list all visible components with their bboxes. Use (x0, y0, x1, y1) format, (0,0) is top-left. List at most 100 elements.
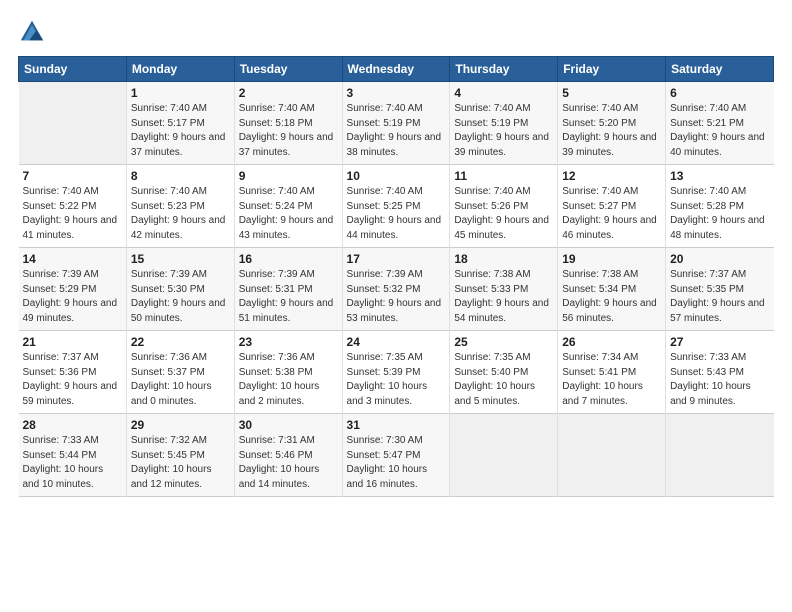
calendar-cell: 28 Sunrise: 7:33 AMSunset: 5:44 PMDayligh… (19, 414, 127, 497)
cell-info: Sunrise: 7:39 AMSunset: 5:32 PMDaylight:… (347, 269, 442, 324)
week-row-3: 14Sunrise: 7:39 AMSunset: 5:29 PMDayligh… (19, 248, 774, 331)
cell-info: Sunrise: 7:40 AMSunset: 5:21 PMDaylight:… (670, 103, 765, 158)
header-cell-wednesday: Wednesday (342, 57, 450, 82)
calendar-cell: 14Sunrise: 7:39 AMSunset: 5:29 PMDayligh… (19, 248, 127, 331)
logo-icon (18, 18, 46, 46)
cell-info: Sunrise: 7:40 AMSunset: 5:19 PMDaylight:… (454, 103, 549, 158)
header-cell-tuesday: Tuesday (234, 57, 342, 82)
day-number: 29 (131, 418, 230, 432)
calendar-cell: 25 Sunrise: 7:35 AMSunset: 5:40 PMDayligh… (450, 331, 558, 414)
cell-info: Sunrise: 7:35 AMSunset: 5:39 PMDaylight:… (347, 352, 428, 407)
calendar-cell: 27 Sunrise: 7:33 AMSunset: 5:43 PMDayligh… (666, 331, 774, 414)
day-number: 24 (347, 335, 446, 349)
cell-info: Sunrise: 7:40 AMSunset: 5:20 PMDaylight:… (562, 103, 657, 158)
day-number: 8 (131, 169, 230, 183)
calendar-cell (19, 82, 127, 165)
day-number: 18 (454, 252, 553, 266)
calendar-cell: 29 Sunrise: 7:32 AMSunset: 5:45 PMDayligh… (126, 414, 234, 497)
calendar-cell: 22Sunrise: 7:36 AMSunset: 5:37 PMDayligh… (126, 331, 234, 414)
day-number: 21 (23, 335, 122, 349)
header-row: SundayMondayTuesdayWednesdayThursdayFrid… (19, 57, 774, 82)
cell-info: Sunrise: 7:33 AMSunset: 5:43 PMDaylight:… (670, 352, 751, 407)
week-row-2: 7Sunrise: 7:40 AMSunset: 5:22 PMDaylight… (19, 165, 774, 248)
header-cell-sunday: Sunday (19, 57, 127, 82)
calendar-cell: 20 Sunrise: 7:37 AMSunset: 5:35 PMDayligh… (666, 248, 774, 331)
cell-info: Sunrise: 7:33 AMSunset: 5:44 PMDaylight:… (23, 435, 104, 490)
day-number: 27 (670, 335, 769, 349)
day-number: 12 (562, 169, 661, 183)
day-number: 9 (239, 169, 338, 183)
calendar-cell: 15 Sunrise: 7:39 AMSunset: 5:30 PMDayligh… (126, 248, 234, 331)
cell-info: Sunrise: 7:37 AMSunset: 5:36 PMDaylight:… (23, 352, 118, 407)
day-number: 31 (347, 418, 446, 432)
calendar-cell: 3Sunrise: 7:40 AMSunset: 5:19 PMDaylight… (342, 82, 450, 165)
day-number: 1 (131, 86, 230, 100)
calendar-cell: 16Sunrise: 7:39 AMSunset: 5:31 PMDayligh… (234, 248, 342, 331)
day-number: 19 (562, 252, 661, 266)
day-number: 28 (23, 418, 122, 432)
header (18, 18, 774, 46)
calendar-cell: 24 Sunrise: 7:35 AMSunset: 5:39 PMDayligh… (342, 331, 450, 414)
calendar-cell: 18 Sunrise: 7:38 AMSunset: 5:33 PMDayligh… (450, 248, 558, 331)
calendar-cell: 4 Sunrise: 7:40 AMSunset: 5:19 PMDaylight… (450, 82, 558, 165)
cell-info: Sunrise: 7:30 AMSunset: 5:47 PMDaylight:… (347, 435, 428, 490)
calendar-cell: 6 Sunrise: 7:40 AMSunset: 5:21 PMDaylight… (666, 82, 774, 165)
cell-info: Sunrise: 7:38 AMSunset: 5:34 PMDaylight:… (562, 269, 657, 324)
day-number: 14 (23, 252, 122, 266)
day-number: 2 (239, 86, 338, 100)
week-row-5: 28 Sunrise: 7:33 AMSunset: 5:44 PMDayligh… (19, 414, 774, 497)
week-row-4: 21 Sunrise: 7:37 AMSunset: 5:36 PMDayligh… (19, 331, 774, 414)
calendar-cell: 21 Sunrise: 7:37 AMSunset: 5:36 PMDayligh… (19, 331, 127, 414)
calendar-table: SundayMondayTuesdayWednesdayThursdayFrid… (18, 56, 774, 497)
calendar-cell: 5 Sunrise: 7:40 AMSunset: 5:20 PMDaylight… (558, 82, 666, 165)
calendar-cell: 11 Sunrise: 7:40 AMSunset: 5:26 PMDayligh… (450, 165, 558, 248)
day-number: 16 (239, 252, 338, 266)
calendar-cell: 8Sunrise: 7:40 AMSunset: 5:23 PMDaylight… (126, 165, 234, 248)
day-number: 5 (562, 86, 661, 100)
calendar-cell: 10Sunrise: 7:40 AMSunset: 5:25 PMDayligh… (342, 165, 450, 248)
header-cell-saturday: Saturday (666, 57, 774, 82)
calendar-cell (450, 414, 558, 497)
day-number: 17 (347, 252, 446, 266)
day-number: 4 (454, 86, 553, 100)
calendar-cell: 2 Sunrise: 7:40 AMSunset: 5:18 PMDaylight… (234, 82, 342, 165)
day-number: 11 (454, 169, 553, 183)
cell-info: Sunrise: 7:40 AMSunset: 5:28 PMDaylight:… (670, 186, 765, 241)
calendar-cell: 23 Sunrise: 7:36 AMSunset: 5:38 PMDayligh… (234, 331, 342, 414)
cell-info: Sunrise: 7:40 AMSunset: 5:25 PMDaylight:… (347, 186, 442, 241)
calendar-cell: 17 Sunrise: 7:39 AMSunset: 5:32 PMDayligh… (342, 248, 450, 331)
cell-info: Sunrise: 7:36 AMSunset: 5:38 PMDaylight:… (239, 352, 320, 407)
header-cell-monday: Monday (126, 57, 234, 82)
day-number: 30 (239, 418, 338, 432)
cell-info: Sunrise: 7:40 AMSunset: 5:26 PMDaylight:… (454, 186, 549, 241)
header-cell-friday: Friday (558, 57, 666, 82)
day-number: 25 (454, 335, 553, 349)
logo (18, 18, 50, 46)
cell-info: Sunrise: 7:40 AMSunset: 5:22 PMDaylight:… (23, 186, 118, 241)
week-row-1: 1Sunrise: 7:40 AMSunset: 5:17 PMDaylight… (19, 82, 774, 165)
cell-info: Sunrise: 7:34 AMSunset: 5:41 PMDaylight:… (562, 352, 643, 407)
cell-info: Sunrise: 7:35 AMSunset: 5:40 PMDaylight:… (454, 352, 535, 407)
calendar-cell (558, 414, 666, 497)
cell-info: Sunrise: 7:39 AMSunset: 5:30 PMDaylight:… (131, 269, 226, 324)
calendar-cell: 19 Sunrise: 7:38 AMSunset: 5:34 PMDayligh… (558, 248, 666, 331)
cell-info: Sunrise: 7:38 AMSunset: 5:33 PMDaylight:… (454, 269, 549, 324)
cell-info: Sunrise: 7:40 AMSunset: 5:27 PMDaylight:… (562, 186, 657, 241)
day-number: 3 (347, 86, 446, 100)
calendar-cell: 7Sunrise: 7:40 AMSunset: 5:22 PMDaylight… (19, 165, 127, 248)
cell-info: Sunrise: 7:31 AMSunset: 5:46 PMDaylight:… (239, 435, 320, 490)
calendar-cell: 26 Sunrise: 7:34 AMSunset: 5:41 PMDayligh… (558, 331, 666, 414)
day-number: 26 (562, 335, 661, 349)
day-number: 6 (670, 86, 769, 100)
day-number: 20 (670, 252, 769, 266)
cell-info: Sunrise: 7:37 AMSunset: 5:35 PMDaylight:… (670, 269, 765, 324)
header-cell-thursday: Thursday (450, 57, 558, 82)
calendar-cell: 31 Sunrise: 7:30 AMSunset: 5:47 PMDayligh… (342, 414, 450, 497)
calendar-cell: 30 Sunrise: 7:31 AMSunset: 5:46 PMDayligh… (234, 414, 342, 497)
cell-info: Sunrise: 7:40 AMSunset: 5:18 PMDaylight:… (239, 103, 334, 158)
cell-info: Sunrise: 7:40 AMSunset: 5:24 PMDaylight:… (239, 186, 334, 241)
day-number: 15 (131, 252, 230, 266)
calendar-cell: 12 Sunrise: 7:40 AMSunset: 5:27 PMDayligh… (558, 165, 666, 248)
day-number: 23 (239, 335, 338, 349)
cell-info: Sunrise: 7:32 AMSunset: 5:45 PMDaylight:… (131, 435, 212, 490)
